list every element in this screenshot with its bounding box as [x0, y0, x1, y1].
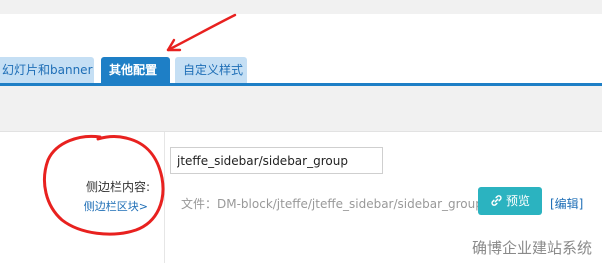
tab-custom-style[interactable]: 自定义样式: [175, 57, 247, 83]
label-divider: [164, 132, 165, 263]
tab-slides-banner[interactable]: 幻灯片和banner: [0, 57, 94, 83]
preview-button-label: 预览: [505, 194, 530, 208]
preview-button[interactable]: 预览: [478, 187, 542, 215]
top-bar: [0, 0, 602, 14]
section-band: [0, 86, 602, 131]
watermark-text: 确博企业建站系统: [472, 239, 593, 257]
edit-link[interactable]: [编辑]: [550, 195, 583, 212]
sidebar-block-link[interactable]: 侧边栏区块>: [60, 198, 148, 214]
tab-other-config[interactable]: 其他配置: [101, 57, 170, 83]
sidebar-template-input[interactable]: [170, 147, 383, 174]
page: 幻灯片和banner 其他配置 自定义样式 侧边栏内容: 侧边栏区块> 文件：D…: [0, 0, 602, 263]
sidebar-content-label: 侧边栏内容:: [85, 180, 150, 194]
link-icon: [491, 195, 502, 206]
file-path-text: 文件：DM-block/jteffe/jteffe_sidebar/sideba…: [181, 197, 510, 211]
